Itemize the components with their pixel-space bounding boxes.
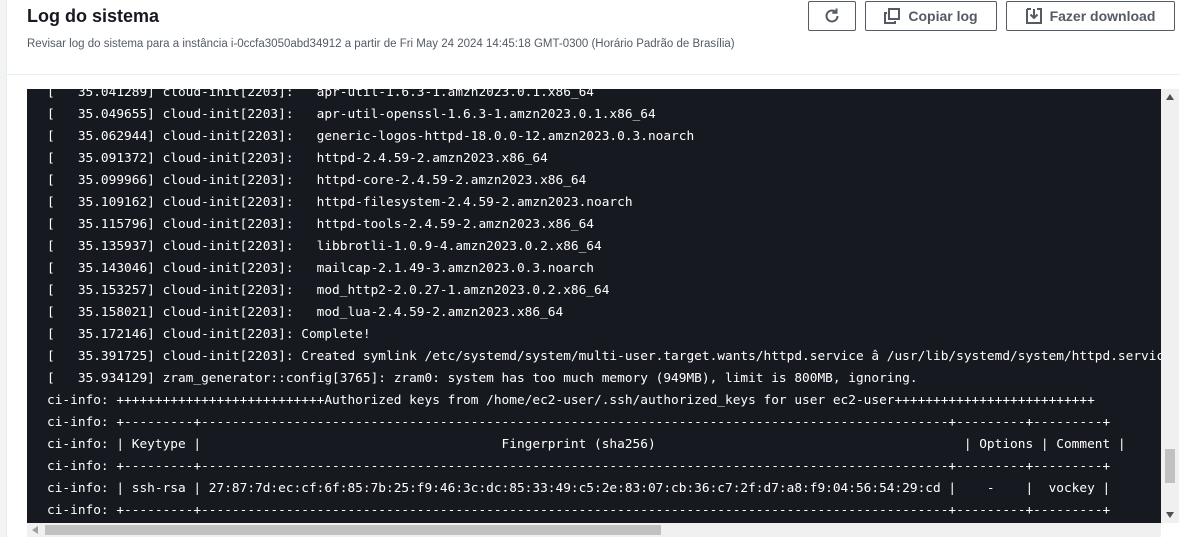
log-line: ci-info: | Keytype | Fingerprint (sha256… xyxy=(47,437,1126,452)
log-line: [ 35.934129] zram_generator::config[3765… xyxy=(47,371,918,386)
panel-header: Log do sistema Revisar log do sistema pa… xyxy=(7,0,1180,75)
scroll-up-icon[interactable] xyxy=(1166,94,1174,100)
log-line: [ 35.049655] cloud-init[2203]: apr-util-… xyxy=(47,107,656,122)
log-output[interactable]: [ 35.041289] cloud-init[2203]: apr-util-… xyxy=(27,89,1161,523)
system-log-panel: Log do sistema Revisar log do sistema pa… xyxy=(6,0,1180,537)
vertical-scrollbar[interactable] xyxy=(1161,89,1179,523)
horizontal-scrollbar[interactable] xyxy=(27,523,1161,537)
refresh-button[interactable] xyxy=(808,1,856,31)
log-line: [ 35.158021] cloud-init[2203]: mod_lua-2… xyxy=(47,305,564,320)
log-line: [ 35.091372] cloud-init[2203]: httpd-2.4… xyxy=(47,151,548,166)
copy-icon xyxy=(884,8,901,24)
log-line: [ 35.099966] cloud-init[2203]: httpd-cor… xyxy=(47,173,587,188)
refresh-icon xyxy=(823,7,841,25)
log-line: ci-info: +++++++++++++++++++++++++++Auth… xyxy=(47,393,1095,408)
log-lines: [ 35.041289] cloud-init[2203]: apr-util-… xyxy=(47,89,1161,522)
copy-log-button[interactable]: Copiar log xyxy=(865,1,997,31)
log-line: [ 35.153257] cloud-init[2203]: mod_http2… xyxy=(47,283,610,298)
log-line: [ 35.115796] cloud-init[2203]: httpd-too… xyxy=(47,217,595,232)
log-line: [ 35.109162] cloud-init[2203]: httpd-fil… xyxy=(47,195,633,210)
log-line: [ 35.062944] cloud-init[2203]: generic-l… xyxy=(47,129,695,144)
log-line: ci-info: +---------+--------------------… xyxy=(47,459,1111,474)
scroll-down-icon[interactable] xyxy=(1166,512,1174,518)
page-title: Log do sistema xyxy=(27,6,160,26)
log-line: [ 35.135937] cloud-init[2203]: libbrotli… xyxy=(47,239,602,254)
log-line: [ 35.041289] cloud-init[2203]: apr-util-… xyxy=(47,89,595,100)
log-line: ci-info: | ssh-rsa | 27:87:7d:ec:cf:6f:8… xyxy=(47,481,1111,496)
download-button[interactable]: Fazer download xyxy=(1006,1,1175,31)
scroll-left-icon[interactable] xyxy=(32,526,38,534)
page-subtitle: Revisar log do sistema para a instância … xyxy=(27,38,735,50)
log-line: [ 35.172146] cloud-init[2203]: Complete! xyxy=(47,327,371,342)
log-line: [ 35.391725] cloud-init[2203]: Created s… xyxy=(47,349,1161,364)
log-line: ci-info: +---------+--------------------… xyxy=(47,415,1111,430)
vertical-scroll-thumb[interactable] xyxy=(1165,449,1175,483)
download-icon xyxy=(1025,8,1042,24)
copy-log-label: Copiar log xyxy=(908,8,978,24)
horizontal-scroll-thumb[interactable] xyxy=(45,525,661,535)
log-line: [ 35.143046] cloud-init[2203]: mailcap-2… xyxy=(47,261,595,276)
log-line: ci-info: +---------+--------------------… xyxy=(47,503,1111,518)
download-label: Fazer download xyxy=(1049,8,1156,24)
